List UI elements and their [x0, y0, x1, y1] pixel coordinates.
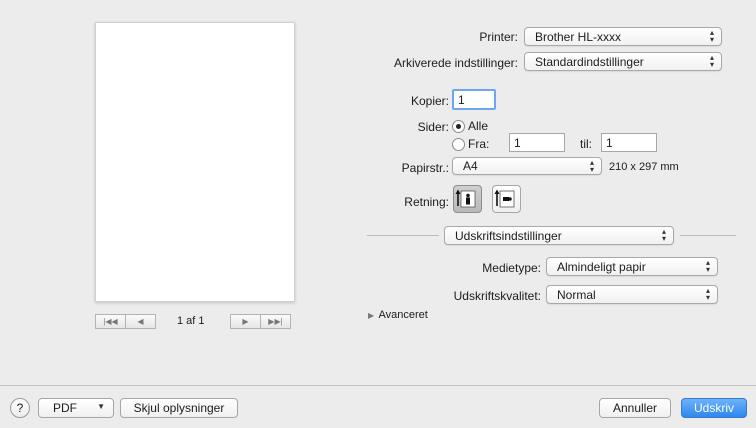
landscape-person-icon — [494, 189, 515, 208]
dropdown-arrow-icon: ▼ — [97, 402, 105, 411]
media-type-label: Medietype: — [482, 261, 541, 275]
hide-details-button[interactable]: Skjul oplysninger — [120, 398, 238, 418]
popup-arrows-icon: ▴ ▾ — [705, 258, 710, 274]
popup-arrows-icon: ▴ ▾ — [589, 158, 594, 174]
popup-arrows-icon: ▴ ▾ — [661, 227, 666, 243]
paper-size-label: Papirstr.: — [401, 161, 449, 175]
printer-label: Printer: — [479, 30, 518, 44]
disclosure-triangle-icon: ▶ — [368, 311, 375, 320]
pages-from-input[interactable]: 1 — [509, 133, 565, 152]
portrait-orientation-button[interactable] — [453, 185, 482, 213]
page-counter: 1 af 1 — [177, 315, 205, 327]
printer-value: Brother HL-xxxx — [535, 30, 622, 44]
media-type-value: Almindeligt papir — [557, 260, 646, 274]
advanced-disclosure[interactable]: ▶ Avanceret — [368, 307, 428, 321]
previous-page-button[interactable]: ◀ — [125, 314, 156, 329]
pages-all-radio[interactable] — [452, 120, 465, 133]
print-button[interactable]: Udskriv — [681, 398, 747, 418]
section-divider-right — [680, 235, 736, 236]
pages-to-label: til: — [580, 137, 592, 151]
landscape-orientation-button[interactable] — [492, 185, 521, 213]
paper-dimensions: 210 x 297 mm — [609, 161, 679, 173]
pages-label: Sider: — [417, 120, 449, 134]
paper-size-select[interactable]: A4 ▴ ▾ — [452, 157, 602, 175]
section-divider-left — [367, 235, 439, 236]
pages-all-label: Alle — [468, 119, 489, 133]
popup-arrows-icon: ▴ ▾ — [709, 53, 714, 69]
footer-separator — [0, 385, 756, 386]
orientation-label: Retning: — [404, 195, 449, 209]
popup-arrows-icon: ▴ ▾ — [705, 286, 710, 302]
pages-from-radio[interactable] — [452, 138, 465, 151]
print-quality-select[interactable]: Normal ▴ ▾ — [546, 285, 718, 304]
next-page-button[interactable]: ▶ — [230, 314, 261, 329]
popup-arrows-icon: ▴ ▾ — [709, 28, 714, 44]
preview-nav: |◀◀ ◀ 1 af 1 ▶ ▶▶| — [95, 314, 295, 330]
printer-select[interactable]: Brother HL-xxxx ▴ ▾ — [524, 27, 722, 46]
presets-value: Standardindstillinger — [535, 55, 644, 69]
print-quality-value: Normal — [557, 288, 596, 302]
presets-select[interactable]: Standardindstillinger ▴ ▾ — [524, 52, 722, 71]
copies-label: Kopier: — [410, 94, 449, 108]
print-preview-page — [95, 22, 295, 302]
copies-input[interactable]: 1 — [452, 89, 496, 110]
paper-size-value: A4 — [463, 159, 478, 173]
portrait-person-icon — [455, 189, 476, 208]
pdf-menu-button[interactable]: PDF ▼ — [38, 398, 114, 418]
section-menu-select[interactable]: Udskriftsindstillinger ▴ ▾ — [444, 226, 674, 245]
last-page-button[interactable]: ▶▶| — [260, 314, 291, 329]
pages-to-input[interactable]: 1 — [601, 133, 657, 152]
media-type-select[interactable]: Almindeligt papir ▴ ▾ — [546, 257, 718, 276]
print-quality-label: Udskriftskvalitet: — [453, 289, 541, 303]
first-page-button[interactable]: |◀◀ — [95, 314, 126, 329]
cancel-button[interactable]: Annuller — [599, 398, 671, 418]
help-button[interactable]: ? — [10, 398, 30, 418]
section-menu-value: Udskriftsindstillinger — [455, 229, 562, 243]
advanced-label: Avanceret — [378, 309, 428, 321]
pages-from-label: Fra: — [468, 137, 490, 151]
presets-label: Arkiverede indstillinger: — [393, 56, 518, 70]
